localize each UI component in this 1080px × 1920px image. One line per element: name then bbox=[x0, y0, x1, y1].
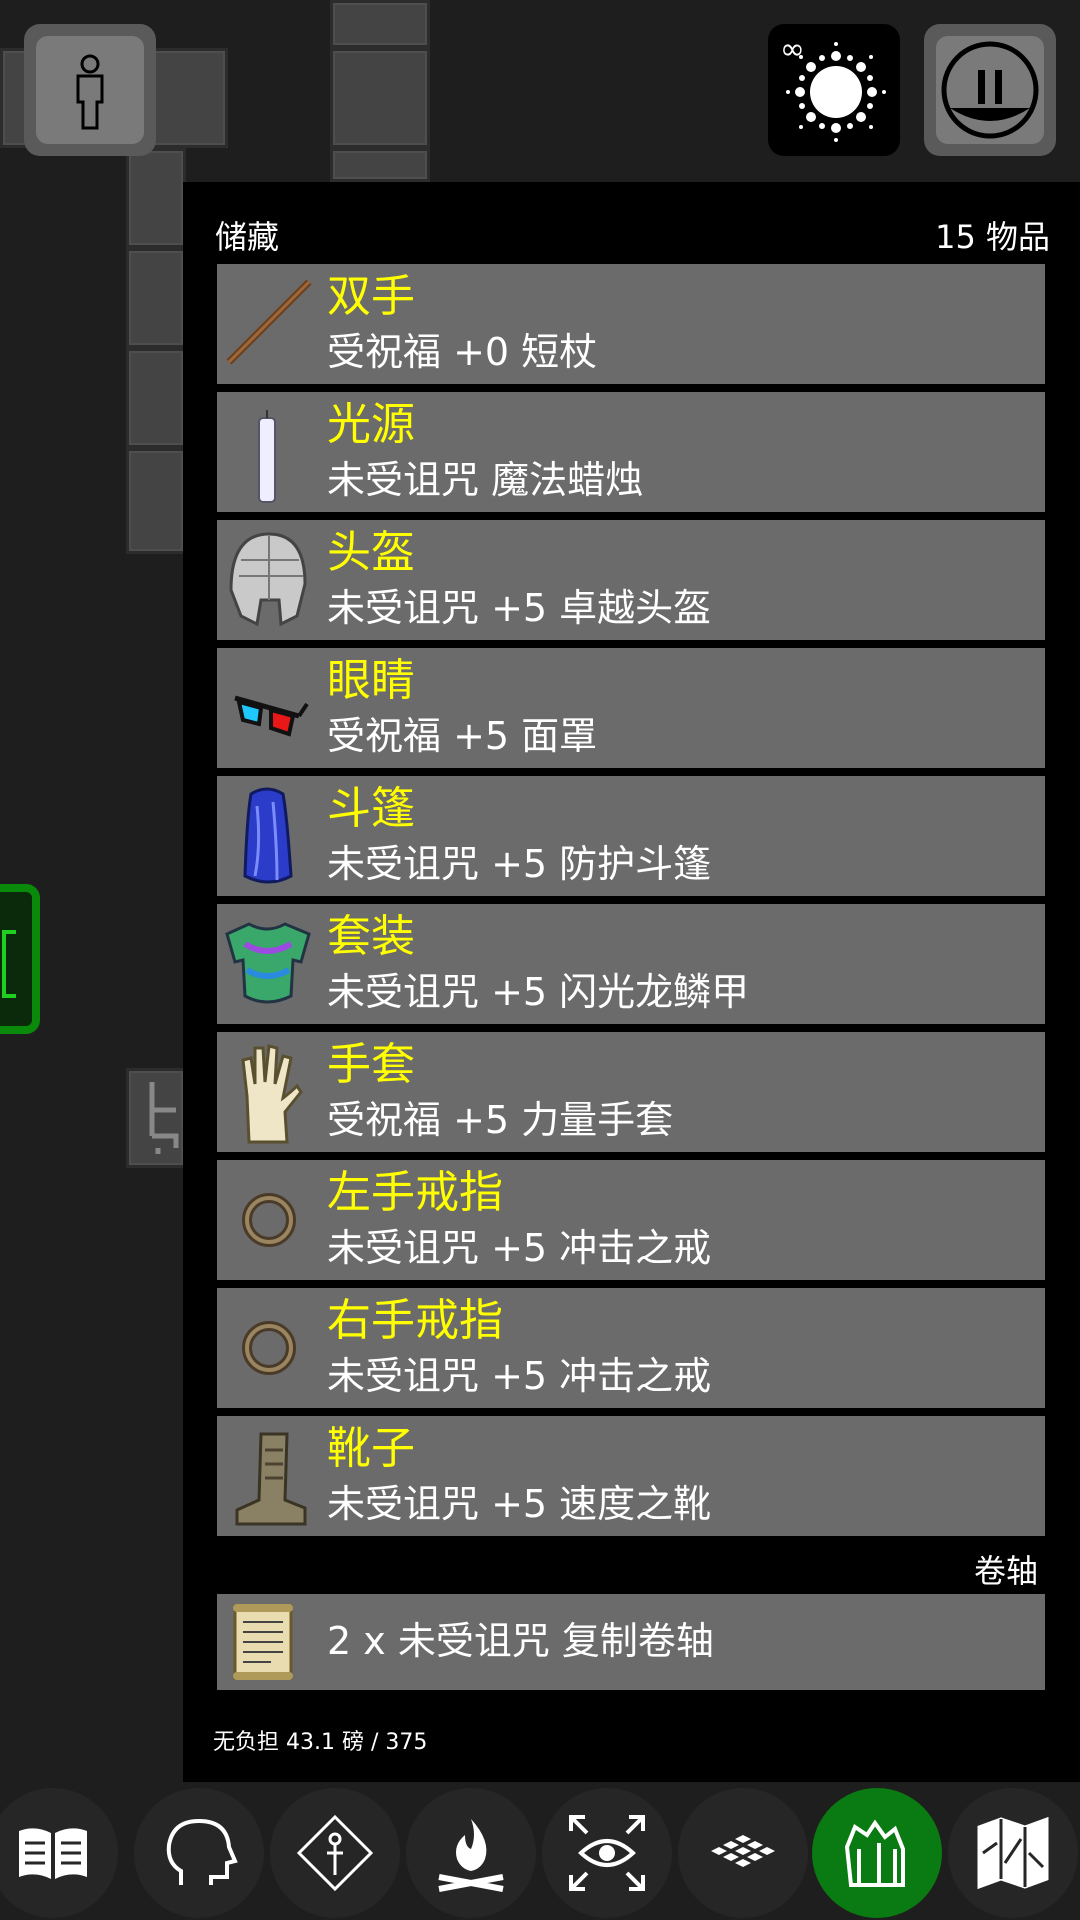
equipment-row-gloves[interactable]: 手套 受祝福 +5 力量手套 bbox=[217, 1032, 1045, 1152]
slot-label: 斗篷 bbox=[327, 783, 415, 834]
character-button[interactable] bbox=[24, 24, 156, 156]
map-icon bbox=[977, 1816, 1049, 1890]
head-button[interactable] bbox=[134, 1788, 264, 1918]
look-icon bbox=[569, 1815, 645, 1891]
item-description: 2 x 未受诅咒 复制卷轴 bbox=[327, 1619, 714, 1663]
scroll-icon bbox=[233, 1604, 293, 1680]
item-description: 受祝福 +5 面罩 bbox=[327, 714, 598, 758]
equipment-row-armor[interactable]: 套装 未受诅咒 +5 闪光龙鳞甲 bbox=[217, 904, 1045, 1024]
inventory-button[interactable] bbox=[812, 1788, 942, 1918]
helmet-icon bbox=[229, 532, 307, 627]
floor-button[interactable] bbox=[678, 1788, 808, 1918]
slot-label: 套装 bbox=[327, 911, 415, 962]
inventory-icon bbox=[844, 1819, 905, 1887]
scroll-item-row[interactable]: 2 x 未受诅咒 复制卷轴 bbox=[217, 1594, 1045, 1690]
glasses-icon bbox=[234, 695, 309, 737]
equipment-row-cloak[interactable]: 斗篷 未受诅咒 +5 防护斗篷 bbox=[217, 776, 1045, 896]
item-description: 未受诅咒 魔法蜡烛 bbox=[327, 458, 644, 502]
glove-icon bbox=[241, 1044, 303, 1144]
character-icon bbox=[76, 54, 104, 130]
cloak-icon bbox=[243, 787, 293, 884]
look-button[interactable] bbox=[542, 1788, 672, 1918]
slot-label: 靴子 bbox=[327, 1423, 415, 1474]
slot-label: 光源 bbox=[327, 399, 415, 450]
ring-icon bbox=[242, 1321, 296, 1375]
campfire-icon bbox=[438, 1819, 504, 1892]
pause-button[interactable] bbox=[924, 24, 1056, 156]
campfire-button[interactable] bbox=[406, 1788, 536, 1918]
item-description: 未受诅咒 +5 闪光龙鳞甲 bbox=[327, 970, 750, 1014]
item-description: 受祝福 +5 力量手套 bbox=[327, 1098, 674, 1142]
equipment-row-right-ring[interactable]: 右手戒指 未受诅咒 +5 冲击之戒 bbox=[217, 1288, 1045, 1408]
equipment-row-two-hand[interactable]: 双手 受祝福 +0 短杖 bbox=[217, 264, 1045, 384]
equipment-row-helmet[interactable]: 头盔 未受诅咒 +5 卓越头盔 bbox=[217, 520, 1045, 640]
dungeon-door[interactable] bbox=[0, 884, 40, 1034]
item-description: 未受诅咒 +5 冲击之戒 bbox=[327, 1354, 712, 1398]
item-description: 未受诅咒 +5 防护斗篷 bbox=[327, 842, 712, 886]
staff-icon bbox=[226, 279, 312, 365]
weight-status: 无负担 43.1 磅 / 375 bbox=[213, 1730, 428, 1755]
item-description: 未受诅咒 +5 速度之靴 bbox=[327, 1482, 712, 1526]
inventory-panel: 储藏 15 物品 双手 受祝福 +0 短杖 光源 未受诅咒 魔法蜡烛 头盔 未受… bbox=[183, 182, 1080, 1782]
equipment-row-light[interactable]: 光源 未受诅咒 魔法蜡烛 bbox=[217, 392, 1045, 512]
infinity-label: ∞ bbox=[780, 32, 805, 67]
scrolls-section-label: 卷轴 bbox=[973, 1552, 1038, 1590]
floor-icon bbox=[711, 1835, 775, 1867]
equipment-row-eyes[interactable]: 眼睛 受祝福 +5 面罩 bbox=[217, 648, 1045, 768]
map-button[interactable] bbox=[948, 1788, 1078, 1918]
chair-icon bbox=[140, 1076, 180, 1156]
boots-icon bbox=[235, 1432, 307, 1526]
ring-icon bbox=[242, 1193, 296, 1247]
panel-title: 储藏 bbox=[215, 218, 280, 256]
armor-icon bbox=[225, 922, 311, 1004]
equipment-row-left-ring[interactable]: 左手戒指 未受诅咒 +5 冲击之戒 bbox=[217, 1160, 1045, 1280]
slot-label: 头盔 bbox=[327, 527, 415, 578]
candle-icon bbox=[258, 410, 276, 503]
pause-icon bbox=[941, 41, 1039, 139]
slot-label: 左手戒指 bbox=[327, 1167, 503, 1218]
head-icon bbox=[166, 1818, 238, 1885]
slot-label: 眼睛 bbox=[327, 655, 415, 706]
item-count: 15 物品 bbox=[935, 218, 1050, 256]
spell-button[interactable] bbox=[270, 1788, 400, 1918]
journal-icon bbox=[19, 1828, 87, 1879]
magic-burst-button[interactable]: ∞ bbox=[768, 24, 900, 156]
item-description: 未受诅咒 +5 卓越头盔 bbox=[327, 586, 712, 630]
equipment-row-boots[interactable]: 靴子 未受诅咒 +5 速度之靴 bbox=[217, 1416, 1045, 1536]
slot-label: 手套 bbox=[327, 1039, 415, 1090]
item-description: 受祝福 +0 短杖 bbox=[327, 330, 598, 374]
item-description: 未受诅咒 +5 冲击之戒 bbox=[327, 1226, 712, 1270]
slot-label: 双手 bbox=[327, 271, 415, 322]
slot-label: 右手戒指 bbox=[327, 1295, 503, 1346]
spell-icon bbox=[296, 1814, 374, 1892]
